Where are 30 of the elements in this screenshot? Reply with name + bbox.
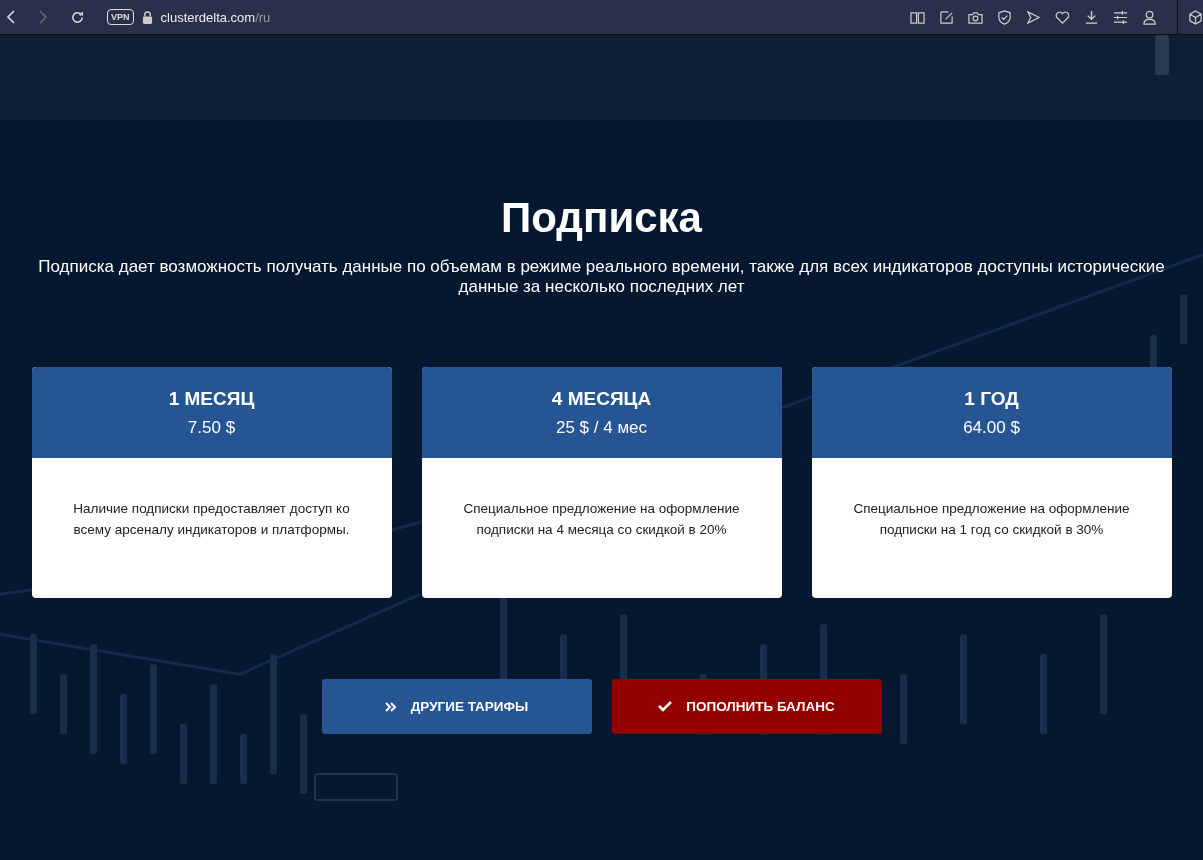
plan-description: Специальное предложение на оформление подписки на 4 месяца со скидкой в 20% bbox=[462, 500, 741, 539]
send-icon[interactable] bbox=[1026, 9, 1041, 25]
back-icon[interactable] bbox=[6, 10, 16, 24]
cube-icon[interactable] bbox=[1188, 9, 1203, 25]
plan-name: 1 МЕСЯЦ bbox=[168, 387, 255, 410]
lock-icon bbox=[141, 10, 153, 24]
plan-name: 1 ГОД bbox=[964, 387, 1019, 410]
edit-icon[interactable] bbox=[939, 9, 954, 25]
top-up-button[interactable]: ПОПОЛНИТЬ БАЛАНС bbox=[611, 679, 882, 734]
download-icon[interactable] bbox=[1084, 9, 1099, 25]
reload-icon[interactable] bbox=[70, 9, 85, 25]
plan-price: 7.50 $ bbox=[187, 417, 236, 438]
plan-price: 64.00 $ bbox=[963, 417, 1020, 438]
sliders-icon[interactable] bbox=[1113, 9, 1128, 25]
plan-name: 4 МЕСЯЦА bbox=[551, 387, 652, 410]
check-icon bbox=[658, 701, 673, 712]
camera-icon[interactable] bbox=[968, 9, 983, 25]
heart-icon[interactable] bbox=[1055, 9, 1070, 25]
profile-icon[interactable] bbox=[1142, 9, 1157, 25]
page-heading: Подписка bbox=[501, 197, 702, 239]
plan-price: 25 $ / 4 мес bbox=[555, 417, 648, 438]
double-chevron-icon bbox=[384, 701, 397, 712]
vpn-badge[interactable]: VPN bbox=[107, 9, 134, 25]
address-field[interactable]: clusterdelta.com/ru bbox=[160, 9, 271, 25]
page-subtitle: Подписка дает возможность получать данные по объемам в режиме реального времени, также для всех индикаторов доступны исторические данные за несколько последних лет bbox=[37, 257, 1166, 297]
tariffs-button[interactable]: ДРУГИЕ ТАРИФЫ bbox=[321, 679, 592, 734]
shield-icon[interactable] bbox=[997, 9, 1012, 25]
plan-description: Специальное предложение на оформление подписки на 1 год со скидкой в 30% bbox=[852, 500, 1131, 539]
plan-description: Наличие подписки предоставляет доступ ко всему арсеналу индикаторов и платформы. bbox=[72, 500, 351, 539]
book-icon[interactable] bbox=[910, 9, 925, 25]
